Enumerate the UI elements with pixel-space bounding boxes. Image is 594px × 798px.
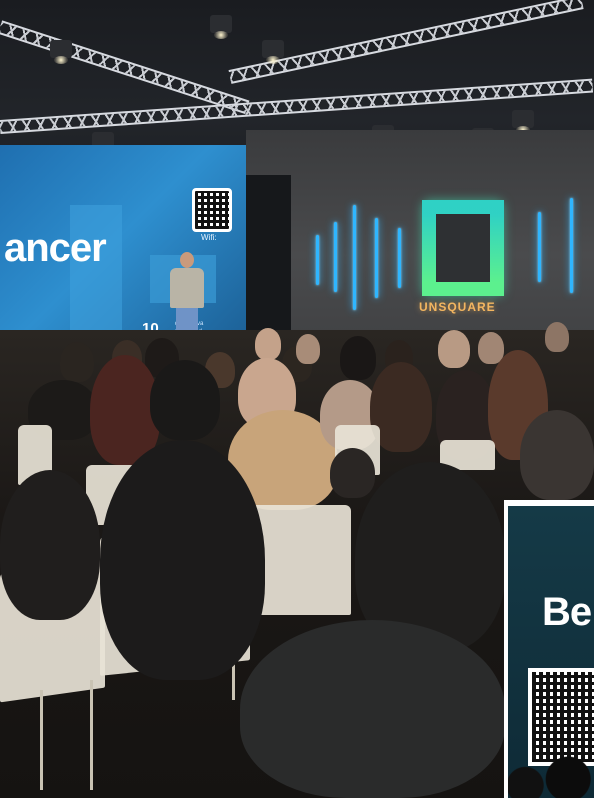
audience-member (296, 334, 320, 364)
brand-name: UNSQUARE (419, 300, 496, 314)
neon-bar (398, 228, 401, 288)
spotlight-icon (262, 40, 284, 64)
neon-bar (375, 218, 378, 298)
audience-member (100, 440, 265, 680)
qr-code-icon (192, 188, 232, 232)
inset-screen-text: Be (542, 590, 592, 634)
event-photo: ancer Wifi: 10 de reserva publicidad UNS… (0, 0, 594, 798)
screen-title: ancer (4, 226, 107, 270)
audience-member (340, 336, 376, 380)
audience-member (545, 322, 569, 352)
neon-bar (570, 198, 573, 293)
audience-member (255, 328, 281, 360)
brand-logo-icon (422, 200, 504, 296)
speaker-body (170, 268, 204, 308)
inset-silhouettes (508, 735, 594, 798)
audience-member (0, 470, 100, 620)
speaker-head (180, 252, 194, 268)
spotlight-icon (512, 110, 534, 134)
wifi-label: Wifi: (201, 233, 217, 242)
audience-member (240, 620, 505, 798)
audience-member (520, 410, 594, 500)
neon-bar (316, 235, 319, 285)
spotlight-icon (210, 15, 232, 39)
neon-bar (334, 222, 337, 292)
audience-member (150, 360, 220, 440)
audience-member (60, 342, 94, 382)
audience-member (330, 448, 375, 498)
audience-member (438, 330, 470, 368)
chair-leg (90, 680, 93, 790)
neon-bar (353, 205, 356, 310)
spotlight-icon (50, 40, 72, 64)
neon-bar (538, 212, 541, 282)
chair-leg (40, 690, 43, 790)
